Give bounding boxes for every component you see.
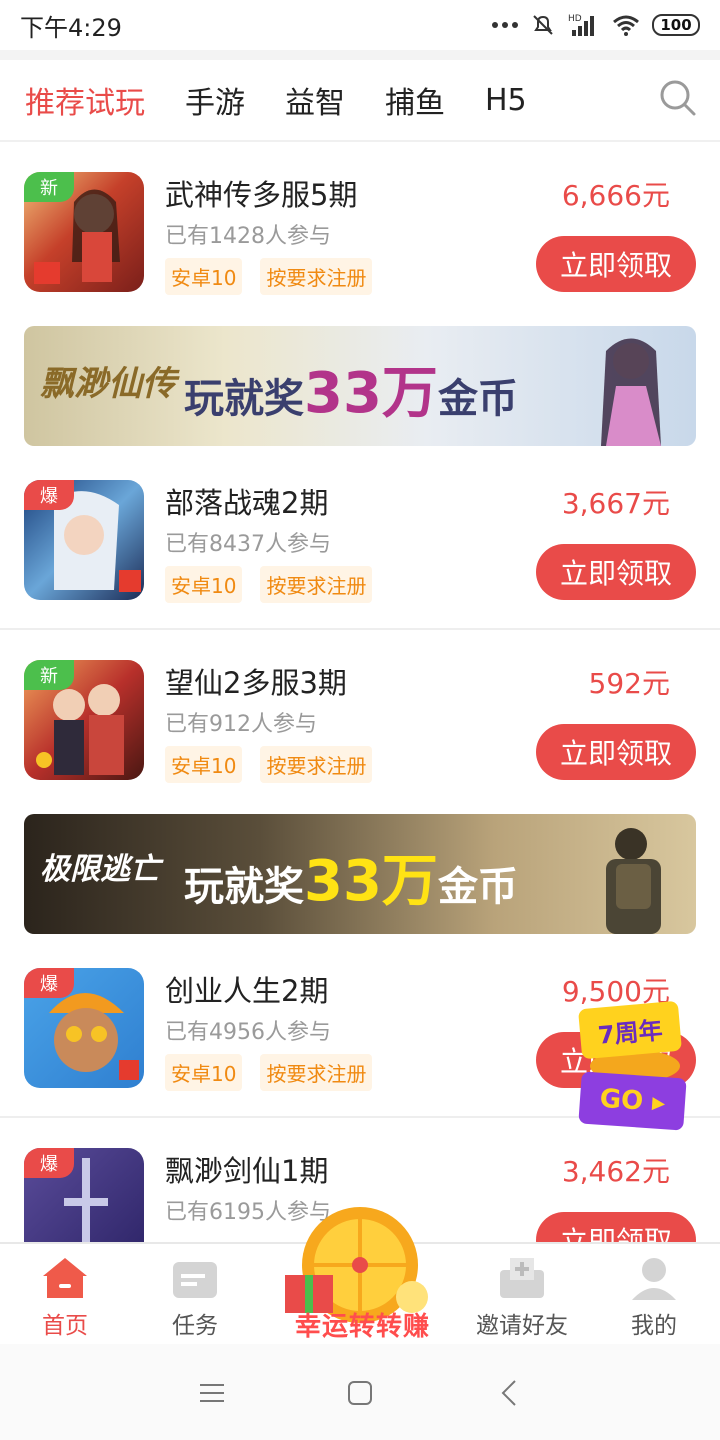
hot-badge: 爆 [24,1148,74,1178]
status-bar: 下午4:29 HD 100 [0,0,720,50]
tag: 安卓10 [165,1054,243,1091]
tag-list: 安卓10 按要求注册 [165,1054,373,1091]
go-label: GO ▸ [578,1071,687,1131]
nav-profile[interactable]: 我的 [594,1244,714,1344]
banner-soldier-art [606,828,661,934]
banner-logo: 极限逃亡 [40,852,160,887]
banner-text-pre: 玩就奖 [184,376,304,422]
participant-count: 已有4956人参与 [165,1020,331,1045]
system-nav-bar [0,1344,720,1440]
tab-puzzle[interactable]: 益智 [285,78,345,122]
game-icon-image: 新 [24,660,144,780]
participant-count: 已有8437人参与 [165,532,331,557]
nav-home[interactable]: 首页 [5,1244,125,1344]
anniversary-floating-button[interactable]: 7周年 GO ▸ [560,1000,690,1131]
game-row[interactable]: 新 望仙2多服3期 已有912人参与 安卓10 按要求注册 592元 立即领取 [0,630,720,810]
nav-label: 我的 [631,1313,677,1339]
banner-headline: 玩就奖33万金币 [184,348,518,429]
banner-headline: 玩就奖33万金币 [184,836,518,917]
nav-label: 邀请好友 [476,1313,568,1339]
claim-button[interactable]: 立即领取 [536,236,696,292]
separator [0,50,720,60]
game-title: 部落战魂2期 [165,486,329,520]
tab-recommend[interactable]: 推荐试玩 [25,78,145,122]
tab-h5[interactable]: H5 [485,83,527,118]
banner-text-pre: 玩就奖 [184,864,304,910]
reward-price: 3,667元 [561,487,670,520]
home-icon [43,1258,87,1298]
banner-text-post: 金币 [437,376,518,422]
game-row[interactable]: 爆 部落战魂2期 已有8437人参与 安卓10 按要求注册 3,667元 立即领… [0,450,720,630]
game-title: 武神传多服5期 [165,178,358,212]
game-icon-image: 新 [24,172,144,292]
banner-logo: 飘渺仙传 [40,364,176,404]
profile-icon [632,1258,676,1300]
tab-fishing[interactable]: 捕鱼 [385,78,445,122]
anniversary-label: 7周年 [578,1000,682,1060]
tag: 按要求注册 [260,258,373,295]
tag: 按要求注册 [260,1054,373,1091]
menu-icon[interactable] [197,1378,227,1408]
banner-character-art [601,338,661,446]
category-tabs: 推荐试玩 手游 益智 捕鱼 H5 [0,60,720,142]
participant-count: 已有912人参与 [165,712,317,737]
game-title: 望仙2多服3期 [165,666,347,700]
tag: 安卓10 [165,746,243,783]
back-icon[interactable] [495,1378,525,1408]
promo-banner[interactable]: 极限逃亡 玩就奖33万金币 [24,814,696,934]
tag: 安卓10 [165,566,243,603]
game-icon-image: 爆 [24,480,144,600]
reward-price: 3,462元 [561,1155,670,1188]
task-icon [173,1262,217,1298]
claim-button[interactable]: 立即领取 [536,724,696,780]
tag: 安卓10 [165,258,243,295]
tab-mobile-games[interactable]: 手游 [185,78,245,122]
new-badge: 新 [24,660,74,690]
battery-indicator: 100 [652,14,700,36]
hot-badge: 爆 [24,968,74,998]
game-title: 飘渺剑仙1期 [165,1154,329,1188]
invite-icon [500,1258,544,1298]
tag: 按要求注册 [260,746,373,783]
more-dots-icon [492,22,518,28]
home-square-icon[interactable] [345,1378,375,1408]
status-time: 下午4:29 [20,13,122,42]
game-title: 创业人生2期 [165,974,329,1008]
status-icons: HD 100 [492,12,700,38]
nav-task[interactable]: 任务 [135,1244,255,1344]
promo-banner[interactable]: 飘渺仙传 玩就奖33万金币 [24,326,696,446]
nav-label: 任务 [172,1313,218,1339]
lucky-wheel-label: 幸运转转赚 [294,1312,430,1342]
banner-text-big: 33万 [304,361,438,426]
reward-price: 592元 [588,667,670,700]
tag-list: 安卓10 按要求注册 [165,566,373,603]
participant-count: 已有1428人参与 [165,224,331,249]
claim-button[interactable]: 立即领取 [536,544,696,600]
nav-label: 首页 [42,1313,88,1339]
game-row[interactable]: 新 武神传多服5期 已有1428人参与 安卓10 按要求注册 6,666元 立即… [0,142,720,322]
banner-text-post: 金币 [437,864,518,910]
reward-price: 6,666元 [561,179,670,212]
nav-invite[interactable]: 邀请好友 [462,1244,582,1344]
tag: 按要求注册 [260,566,373,603]
tag-list: 安卓10 按要求注册 [165,258,373,295]
mute-bell-icon [533,15,553,35]
signal-icon: HD [568,14,594,36]
claim-button[interactable]: 立即领取 [536,1212,696,1242]
hd-label: HD [568,14,582,24]
hot-badge: 爆 [24,480,74,510]
banner-text-big: 33万 [304,849,438,914]
new-badge: 新 [24,172,74,202]
game-icon-image: 爆 [24,1148,144,1242]
game-icon-image: 爆 [24,968,144,1088]
search-icon[interactable] [658,78,698,118]
wifi-icon [613,15,639,36]
tag-list: 安卓10 按要求注册 [165,746,373,783]
